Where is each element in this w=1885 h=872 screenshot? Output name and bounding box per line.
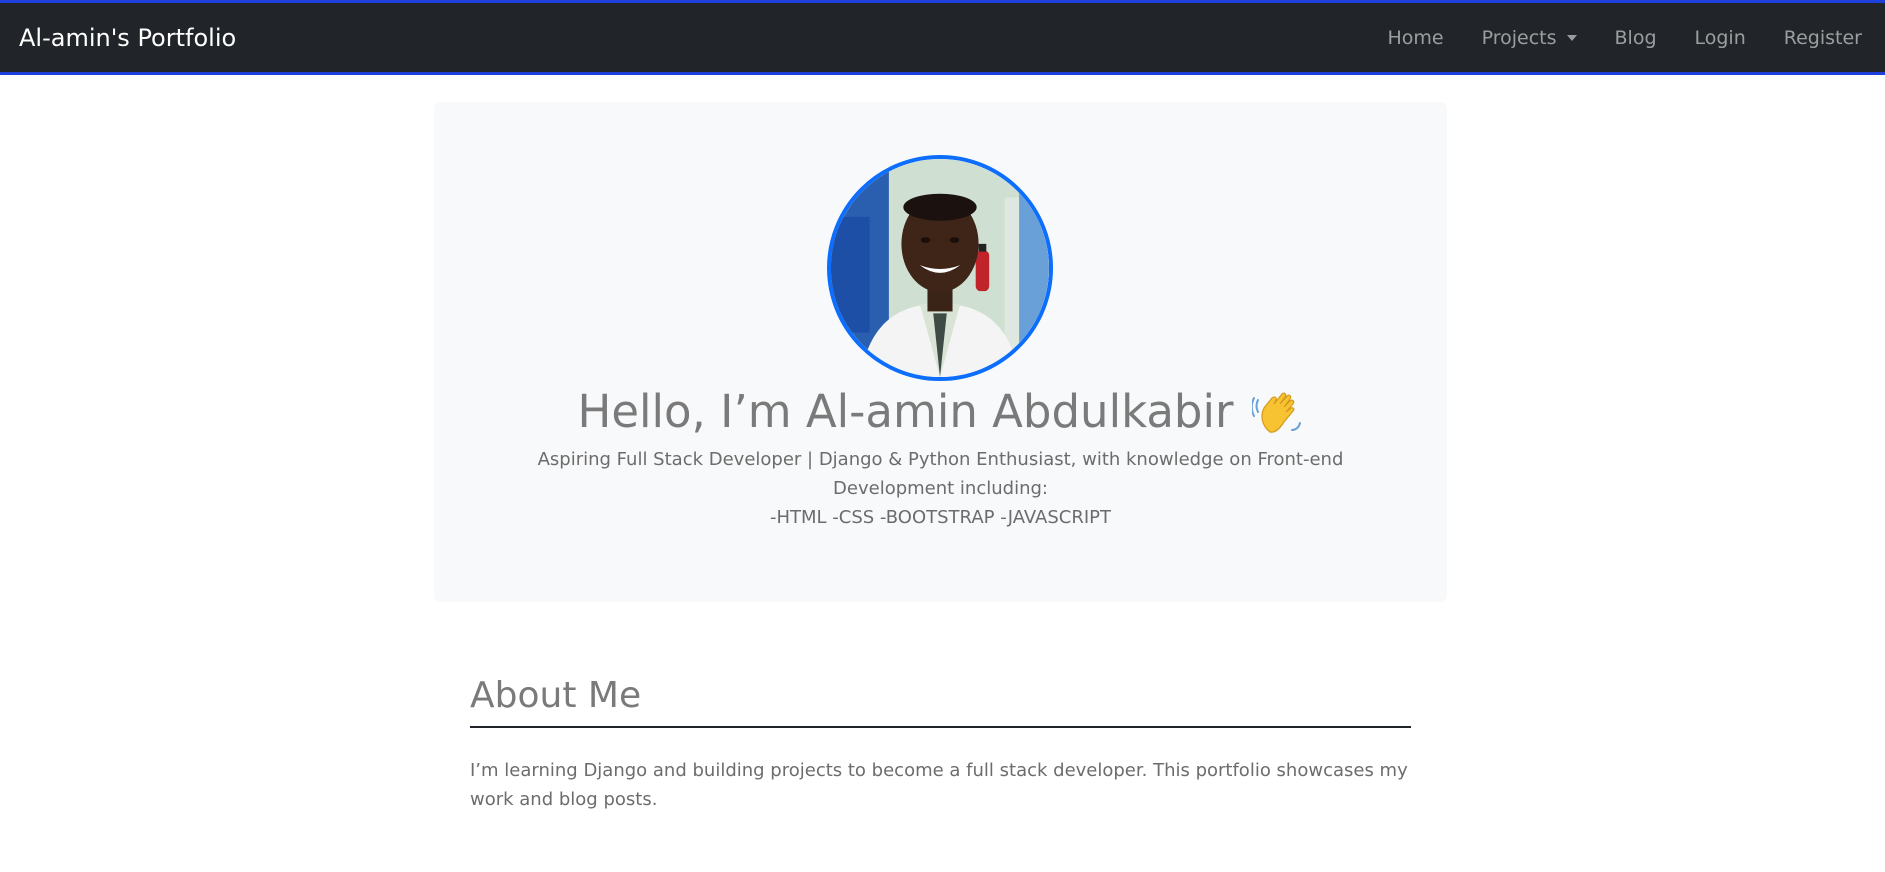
nav-links: Home Projects Blog Login Register — [1368, 3, 1866, 72]
nav-home-link[interactable]: Home — [1368, 27, 1462, 49]
waving-hand-icon — [1251, 392, 1301, 433]
brand-link[interactable]: Al-amin's Portfolio — [19, 24, 236, 52]
nav-blog-link[interactable]: Blog — [1596, 27, 1676, 49]
about-section: About Me I’m learning Django and buildin… — [470, 670, 1411, 814]
about-text: I’m learning Django and building project… — [470, 760, 1408, 810]
nav-login-link[interactable]: Login — [1676, 27, 1765, 49]
hero-lead-line2: -HTML -CSS -BOOTSTRAP -JAVASCRIPT — [769, 507, 1112, 528]
profile-photo — [827, 155, 1053, 381]
hero-title-text: Hello, I’m Al-amin Abdulkabir — [577, 385, 1234, 438]
hero-lead-line1: Aspiring Full Stack Developer | Django &… — [537, 449, 1344, 499]
profile-photo-image — [831, 159, 1049, 377]
caret-down-icon — [1566, 34, 1577, 41]
nav-projects-dropdown[interactable]: Projects — [1463, 27, 1596, 49]
nav-register-link[interactable]: Register — [1765, 27, 1866, 49]
hero-lead: Aspiring Full Stack Developer | Django &… — [524, 445, 1357, 532]
about-heading: About Me — [470, 670, 1411, 728]
hero-card: Hello, I’m Al-amin Abdulkabir Aspiring F… — [434, 102, 1447, 602]
top-navbar: Al-amin's Portfolio Home Projects Blog L… — [0, 0, 1885, 75]
nav-projects-label: Projects — [1481, 26, 1557, 49]
hero-heading: Hello, I’m Al-amin Abdulkabir — [434, 382, 1447, 442]
